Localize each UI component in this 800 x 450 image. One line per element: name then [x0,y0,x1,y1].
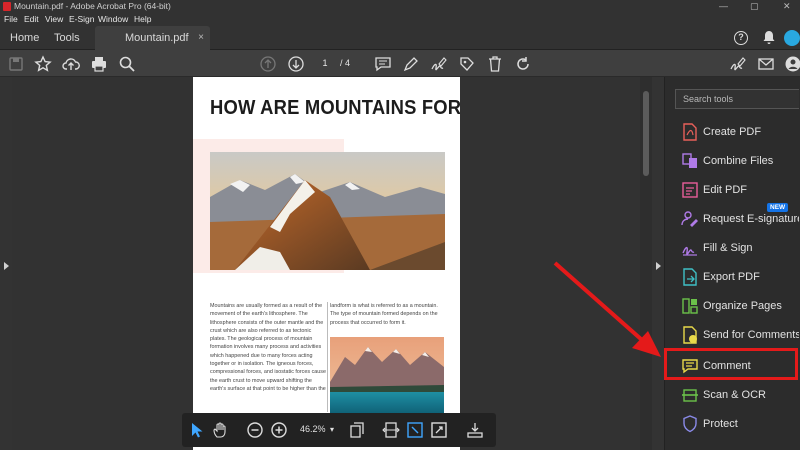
article-column-1: Mountains are usually formed as a result… [210,303,326,392]
column-divider [327,302,328,412]
vertical-scrollbar[interactable] [640,77,652,450]
tool-export-pdf[interactable]: Export PDF [665,264,800,290]
menu-edit[interactable]: Edit [24,13,39,26]
fill-sign-tool-icon[interactable] [729,55,747,73]
stamp-icon[interactable] [458,55,476,73]
menu-bar: File Edit View E-Sign Window Help [0,13,800,26]
hand-icon[interactable] [212,421,230,439]
tool-label: Export PDF [703,271,760,283]
rotate-icon[interactable] [514,55,532,73]
left-panel-rail [0,77,12,450]
page-title: HOW ARE MOUNTAINS FORMED? [210,97,460,119]
send-for-comments-icon [681,326,699,344]
tool-scan-ocr[interactable]: Scan & OCR [665,382,800,408]
tool-send-for-comments[interactable]: Send for Comments [665,322,800,348]
tool-protect[interactable]: Protect [665,411,800,437]
menu-help[interactable]: Help [134,13,151,26]
tool-label: Protect [703,418,738,430]
title-bar: Mountain.pdf - Adobe Acrobat Pro (64-bit… [0,0,800,13]
next-page-icon[interactable] [287,55,305,73]
pen-icon[interactable] [402,55,420,73]
menu-file[interactable]: File [4,13,18,26]
edit-pdf-icon [681,181,699,199]
highlight-box [664,348,798,380]
request-esign-icon [681,210,699,228]
menu-view[interactable]: View [45,13,63,26]
tool-label: Fill & Sign [703,242,753,254]
pdf-page: HOW ARE MOUNTAINS FORMED? Mountains are … [193,77,460,450]
fill-sign-icon [681,239,699,257]
new-badge: NEW [767,203,789,212]
organize-pages-icon [681,297,699,315]
zoom-dropdown-icon[interactable]: ▾ [330,425,334,434]
previous-page-icon[interactable] [259,55,277,73]
export-pdf-icon [681,268,699,286]
user-share-icon[interactable] [784,55,800,73]
right-panel-rail [652,77,664,450]
select-cursor-icon[interactable] [188,421,206,439]
tool-label: Combine Files [703,155,774,167]
zoom-in-icon[interactable] [270,421,288,439]
mountain-photo [210,152,445,270]
menu-window[interactable]: Window [98,13,128,26]
comment-icon[interactable] [374,55,392,73]
save-icon[interactable] [7,55,25,73]
fit-width-icon[interactable] [382,421,400,439]
combine-files-icon [681,152,699,170]
help-icon[interactable]: ? [734,31,748,45]
expand-left-panel-icon[interactable] [4,262,9,270]
tab-document[interactable]: Mountain.pdf × [95,26,210,50]
menu-esign[interactable]: E-Sign [69,13,95,26]
collapse-right-panel-icon[interactable] [656,262,661,270]
tool-fill-sign[interactable]: Fill & Sign [665,235,800,261]
tool-create-pdf[interactable]: Create PDF [665,119,800,145]
maximize-button[interactable]: ▢ [750,0,759,13]
read-mode-icon[interactable] [466,421,484,439]
tool-request-esignatures[interactable]: Request E-signatures NEW [665,203,800,232]
tab-bar: Home Tools Mountain.pdf × ? [0,26,800,50]
search-tools-input[interactable]: Search tools [675,89,799,109]
page-total: / 4 [340,58,351,68]
zoom-search-icon[interactable] [118,55,136,73]
tools-pane: Search tools Create PDF Combine Files Ed… [664,77,800,450]
full-screen-icon[interactable] [430,421,448,439]
main-toolbar: 1 / 4 [0,50,800,77]
close-tab-icon[interactable]: × [198,26,204,50]
sign-icon[interactable] [430,55,448,73]
upload-cloud-icon[interactable] [62,55,80,73]
tool-label: Create PDF [703,126,762,138]
tool-label: Organize Pages [703,300,782,312]
create-pdf-icon [681,123,699,141]
fit-page-icon[interactable] [406,421,424,439]
shield-icon [681,415,699,433]
tool-label: Scan & OCR [703,389,766,401]
zoom-out-icon[interactable] [246,421,264,439]
tool-label: Edit PDF [703,184,748,196]
acrobat-app-icon [3,2,11,11]
print-icon[interactable] [90,55,108,73]
tool-edit-pdf[interactable]: Edit PDF [665,177,800,203]
mail-icon[interactable] [757,55,775,73]
trash-icon[interactable] [486,55,504,73]
tab-home[interactable]: Home [10,26,39,50]
bell-icon[interactable] [762,30,776,51]
tool-organize-pages[interactable]: Organize Pages [665,293,800,319]
page-number-input[interactable]: 1 [316,56,334,71]
tab-tools[interactable]: Tools [54,26,80,50]
tool-label: Send for Comments [703,329,799,341]
minimize-button[interactable]: — [719,0,728,13]
article-column-2: landform is what is referred to as a mou… [330,303,438,326]
window-title: Mountain.pdf - Adobe Acrobat Pro (64-bit… [14,1,171,11]
star-icon[interactable] [34,55,52,73]
tab-document-label: Mountain.pdf [125,32,189,44]
page-display-icon[interactable] [348,421,366,439]
zoom-level[interactable]: 46.2% [300,424,326,434]
tool-combine-files[interactable]: Combine Files [665,148,800,174]
avatar[interactable] [784,30,800,46]
close-window-button[interactable]: ✕ [783,0,791,13]
lake-mountain-photo [330,337,444,415]
scrollbar-thumb[interactable] [643,91,649,176]
scan-ocr-icon [681,386,699,404]
floating-page-controls: 46.2% ▾ [182,413,496,447]
